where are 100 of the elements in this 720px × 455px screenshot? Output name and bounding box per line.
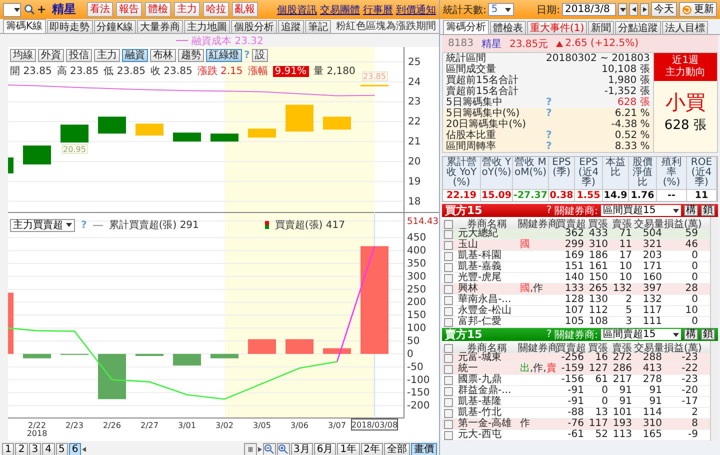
row-checkbox[interactable] <box>444 262 453 272</box>
action-button[interactable]: 哈拉 <box>203 2 229 17</box>
indicator-button[interactable]: 主力 <box>94 49 120 62</box>
scrollbar[interactable] <box>710 217 718 328</box>
action-button[interactable]: 體檢 <box>145 2 171 17</box>
arrow-left-icon[interactable] <box>82 446 86 452</box>
row-checkbox[interactable] <box>444 376 453 384</box>
indicator-button[interactable]: 紅綠燈 <box>206 49 242 62</box>
column-header[interactable]: 關鍵券商 <box>518 217 556 231</box>
top-link[interactable]: 交易團體 <box>320 2 360 16</box>
range-button[interactable]: 1年 <box>337 442 360 455</box>
broker-row[interactable]: 元大-西屯 -61 52 113 165 -9 <box>442 430 710 441</box>
range-button[interactable]: 6月 <box>314 442 336 455</box>
date-field[interactable]: 2018/3/8 <box>562 3 616 16</box>
broker-row[interactable]: 凱基-科園 169 186 17 203 0 <box>442 251 710 262</box>
range-select[interactable]: 區間買超15 <box>601 205 681 216</box>
arrow-left-icon[interactable] <box>629 3 638 16</box>
row-checkbox[interactable] <box>444 318 453 326</box>
help-icon[interactable]: ? <box>546 205 552 216</box>
broker-row[interactable]: 興林 國,作 133 265 132 397 28 <box>442 284 710 295</box>
row-checkbox[interactable] <box>444 240 453 250</box>
settings-button[interactable]: 設 <box>252 49 268 62</box>
page-button[interactable]: 3 <box>28 442 42 455</box>
analysis-tab[interactable]: 重大事件(1) <box>527 21 588 34</box>
broker-row[interactable]: 元富-城東 -256 16 272 288 -23 <box>442 353 710 364</box>
row-checkbox[interactable] <box>444 408 453 418</box>
top-link[interactable]: 到價通知 <box>396 2 436 16</box>
symbol-field[interactable] <box>3 2 21 16</box>
scrollbar[interactable] <box>710 341 718 441</box>
indicator-button[interactable]: 融資 <box>122 49 148 62</box>
view-tab[interactable]: 即時走勢 <box>46 20 93 33</box>
broker-row[interactable]: 凱基-嘉義 151 161 10 171 0 <box>442 262 710 273</box>
indicator-button[interactable]: 投信 <box>66 49 92 62</box>
select-all-checkbox[interactable] <box>444 220 453 228</box>
page-button[interactable]: 6 <box>68 442 82 455</box>
refresh-button[interactable]: 更新 <box>679 2 717 17</box>
table-tool-button[interactable]: 構 <box>684 329 698 340</box>
broker-row[interactable]: 光豐-虎尾 140 150 10 160 0 <box>442 273 710 284</box>
broker-row[interactable]: 群益金鼎-... -91 0 91 91 -20 <box>442 386 710 397</box>
indicator-button[interactable]: 均線 <box>10 49 36 62</box>
top-link[interactable]: 個股資訊 <box>277 2 317 16</box>
scroll-handle-icon[interactable] <box>244 442 256 455</box>
range-button[interactable]: 畫價 <box>411 442 437 455</box>
row-checkbox[interactable] <box>444 306 453 316</box>
row-checkbox[interactable] <box>444 364 453 374</box>
analysis-tab[interactable]: 法人目標 <box>662 21 708 34</box>
view-tab[interactable]: 分鐘K線 <box>94 20 136 33</box>
range-select[interactable]: 區間賣超15 <box>601 329 681 340</box>
indicator-select[interactable]: 主力買賣超 <box>10 218 75 232</box>
range-button[interactable]: 2年 <box>360 442 383 455</box>
page-button[interactable]: 5 <box>56 442 68 455</box>
broker-row[interactable]: 統一 出,作,賣 -159 127 286 413 -22 <box>442 364 710 375</box>
view-tab[interactable]: 追蹤 <box>278 20 304 33</box>
action-button[interactable]: 亂報 <box>232 2 258 17</box>
column-header[interactable]: 關鍵券商 <box>518 341 556 355</box>
view-tab[interactable]: 筆記 <box>305 20 332 33</box>
select-all-checkbox[interactable] <box>444 344 453 352</box>
analysis-tab[interactable]: 分點追蹤 <box>615 21 662 34</box>
arrow-right-icon[interactable] <box>640 3 649 16</box>
broker-row[interactable]: 永豐金-松山 107 112 5 117 10 <box>442 306 710 317</box>
broker-row[interactable]: 元大總紀 362 433 71 504 59 <box>442 229 710 240</box>
indicator-button[interactable]: 布林 <box>150 49 176 62</box>
range-button[interactable]: 全部 <box>384 442 410 455</box>
row-checkbox[interactable] <box>444 274 453 282</box>
view-tab[interactable]: 主力地圖 <box>184 20 230 33</box>
plus-icon[interactable] <box>38 6 45 13</box>
search-icon[interactable] <box>24 4 35 15</box>
row-checkbox[interactable] <box>444 398 453 406</box>
broker-row[interactable]: 玉山 國 299 310 11 321 46 <box>442 240 710 251</box>
today-button[interactable]: 今天 <box>651 2 677 17</box>
broker-row[interactable]: 富邦-仁愛 105 108 3 111 0 <box>442 317 710 328</box>
row-checkbox[interactable] <box>444 386 453 396</box>
dropdown-icon[interactable] <box>618 3 627 16</box>
zoom-out-icon[interactable] <box>262 442 276 455</box>
action-button[interactable]: 主力 <box>174 2 200 17</box>
range-button[interactable]: 3月 <box>290 442 313 455</box>
analysis-tab[interactable]: 體檢表 <box>490 21 526 34</box>
page-button[interactable]: 4 <box>42 442 54 455</box>
broker-row[interactable]: 第一金-高雄 作 -76 117 193 310 8 <box>442 419 710 430</box>
row-checkbox[interactable] <box>444 296 453 304</box>
action-button[interactable]: 報告 <box>116 2 142 17</box>
broker-row[interactable]: 凱基-竹北 -88 13 101 114 2 <box>442 408 710 419</box>
help-icon[interactable]: ? <box>546 329 552 340</box>
broker-row[interactable]: 凱基-基隆 -91 0 91 91 -17 <box>442 397 710 408</box>
table-tool-button[interactable]: 構 <box>684 205 698 216</box>
view-tab[interactable]: 個股分析 <box>231 20 278 33</box>
top-link[interactable]: 行事曆 <box>363 2 393 16</box>
page-button[interactable]: 1 <box>2 442 14 455</box>
broker-row[interactable]: 華南永昌-... 128 130 2 132 0 <box>442 295 710 306</box>
row-checkbox[interactable] <box>444 420 453 428</box>
table-tool-button[interactable]: 鎖 <box>701 329 715 340</box>
page-button[interactable]: 2 <box>15 442 28 455</box>
days-select[interactable]: 5 <box>488 3 514 16</box>
analysis-tab[interactable]: 籌碼分析 <box>443 20 489 34</box>
row-checkbox[interactable] <box>444 284 453 294</box>
indicator-button[interactable]: 趨勢 <box>178 49 204 62</box>
row-checkbox[interactable] <box>444 230 453 238</box>
row-checkbox[interactable] <box>444 252 453 260</box>
row-checkbox[interactable] <box>444 354 453 362</box>
indicator-button[interactable]: 外資 <box>38 49 64 62</box>
